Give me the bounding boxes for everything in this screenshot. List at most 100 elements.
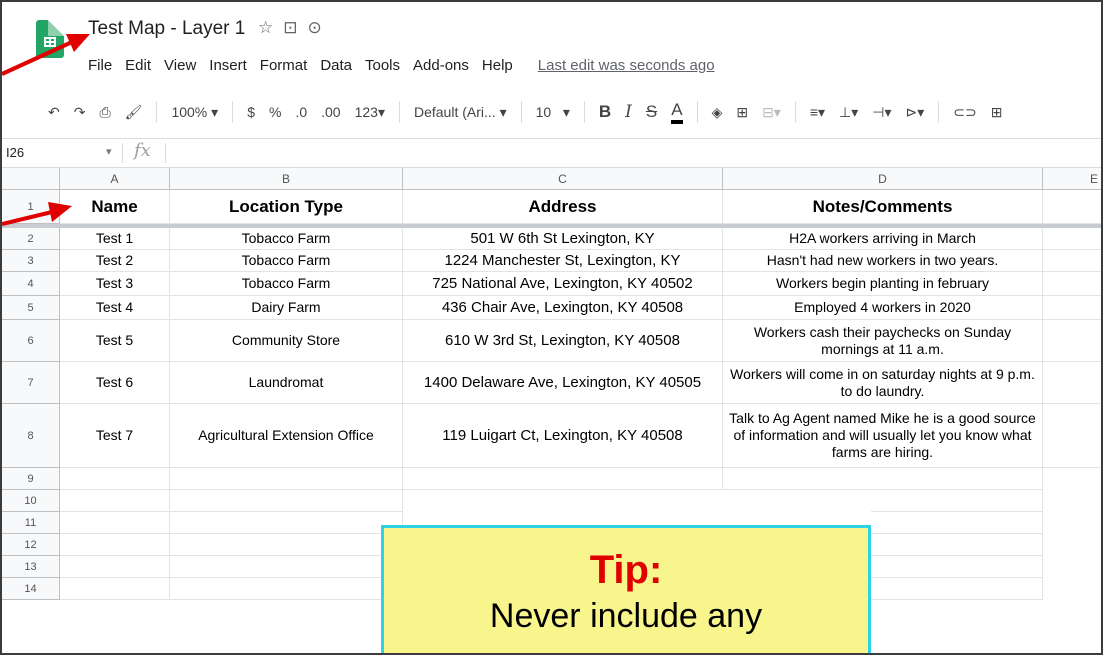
cell-location-type[interactable]: Agricultural Extension Office: [170, 404, 403, 468]
cell[interactable]: [170, 512, 403, 534]
cell[interactable]: [1043, 190, 1101, 224]
cell[interactable]: [1043, 404, 1101, 468]
menu-view[interactable]: View: [164, 57, 196, 74]
cell[interactable]: [871, 556, 1043, 578]
menu-help[interactable]: Help: [482, 57, 513, 74]
cell-name[interactable]: Test 1: [60, 228, 170, 250]
currency-format-button[interactable]: $: [247, 104, 255, 120]
cell[interactable]: [871, 534, 1043, 556]
cell[interactable]: [871, 512, 1043, 534]
menu-format[interactable]: Format: [260, 57, 308, 74]
menu-add-ons[interactable]: Add-ons: [413, 57, 469, 74]
cell[interactable]: [60, 556, 170, 578]
cell-name[interactable]: Test 2: [60, 250, 170, 272]
row-header[interactable]: 12: [2, 534, 60, 556]
move-to-folder-icon[interactable]: ⊡: [283, 18, 307, 37]
cell[interactable]: [871, 490, 1043, 512]
menu-tools[interactable]: Tools: [365, 57, 400, 74]
cell-name[interactable]: Test 6: [60, 362, 170, 404]
cell[interactable]: [1043, 250, 1101, 272]
select-all-corner[interactable]: [2, 168, 60, 190]
row-header[interactable]: 5: [2, 296, 60, 320]
cell-notes[interactable]: Workers begin planting in february: [723, 272, 1043, 296]
print-icon[interactable]: ⎙: [99, 104, 110, 121]
cell-name[interactable]: Test 7: [60, 404, 170, 468]
text-color-button[interactable]: A: [671, 100, 683, 124]
cell-notes[interactable]: H2A workers arriving in March: [723, 228, 1043, 250]
cell-location-type[interactable]: Dairy Farm: [170, 296, 403, 320]
row-header[interactable]: 11: [2, 512, 60, 534]
undo-icon[interactable]: ↶: [48, 104, 60, 121]
cell-address[interactable]: 1400 Delaware Ave, Lexington, KY 40505: [403, 362, 723, 404]
paint-format-icon[interactable]: 🖌: [125, 104, 143, 121]
cell[interactable]: [170, 556, 403, 578]
cell-location-type[interactable]: Tobacco Farm: [170, 228, 403, 250]
cell-notes[interactable]: Employed 4 workers in 2020: [723, 296, 1043, 320]
cell-location-type[interactable]: Tobacco Farm: [170, 272, 403, 296]
zoom-select[interactable]: 100% ▾: [171, 104, 218, 121]
header-cell-location-type[interactable]: Location Type: [170, 190, 403, 224]
cell[interactable]: [871, 578, 1043, 600]
cell[interactable]: [170, 578, 403, 600]
cell[interactable]: [60, 534, 170, 556]
cell-location-type[interactable]: Laundromat: [170, 362, 403, 404]
menu-insert[interactable]: Insert: [209, 57, 247, 74]
cell[interactable]: [170, 534, 403, 556]
cell-address[interactable]: 1224 Manchester St, Lexington, KY: [403, 250, 723, 272]
vertical-align-icon[interactable]: ⊥▾: [839, 104, 858, 121]
text-rotation-icon[interactable]: ⊳▾: [906, 104, 925, 121]
document-title[interactable]: Test Map - Layer 1: [88, 18, 245, 40]
merge-cells-icon[interactable]: ⊟▾: [762, 104, 781, 121]
cell-address[interactable]: 119 Luigart Ct, Lexington, KY 40508: [403, 404, 723, 468]
cell[interactable]: [60, 578, 170, 600]
cell-address[interactable]: 725 National Ave, Lexington, KY 40502: [403, 272, 723, 296]
redo-icon[interactable]: ↷: [74, 104, 86, 121]
header-cell-address[interactable]: Address: [403, 190, 723, 224]
row-header[interactable]: 8: [2, 404, 60, 468]
cell-name[interactable]: Test 3: [60, 272, 170, 296]
cloud-status-icon[interactable]: ⊙: [308, 18, 332, 37]
fill-color-icon[interactable]: ◈: [712, 104, 723, 121]
cell-address[interactable]: 436 Chair Ave, Lexington, KY 40508: [403, 296, 723, 320]
font-size-select[interactable]: 10 ▾: [536, 104, 570, 121]
column-header-d[interactable]: D: [723, 168, 1043, 190]
cell-location-type[interactable]: Tobacco Farm: [170, 250, 403, 272]
row-header[interactable]: 3: [2, 250, 60, 272]
more-formats-button[interactable]: 123▾: [355, 104, 385, 121]
cell[interactable]: [1043, 296, 1101, 320]
bold-button[interactable]: B: [599, 102, 611, 122]
cell[interactable]: [60, 468, 170, 490]
header-cell-notes[interactable]: Notes/Comments: [723, 190, 1043, 224]
increase-decimal-button[interactable]: .00: [321, 104, 340, 120]
cell[interactable]: [1043, 320, 1101, 362]
cell[interactable]: [1043, 272, 1101, 296]
insert-link-icon[interactable]: ⊂⊃: [953, 104, 976, 121]
cell[interactable]: [170, 490, 403, 512]
cell-address[interactable]: 501 W 6th St Lexington, KY: [403, 228, 723, 250]
column-header-b[interactable]: B: [170, 168, 403, 190]
row-header[interactable]: 6: [2, 320, 60, 362]
cell-notes[interactable]: Talk to Ag Agent named Mike he is a good…: [723, 404, 1043, 468]
row-header[interactable]: 4: [2, 272, 60, 296]
star-icon[interactable]: ☆: [258, 18, 283, 37]
text-wrap-icon[interactable]: ⊣▾: [872, 104, 891, 121]
cell[interactable]: [170, 468, 403, 490]
menu-edit[interactable]: Edit: [125, 57, 151, 74]
font-select[interactable]: Default (Ari... ▾: [414, 104, 507, 121]
row-header[interactable]: 9: [2, 468, 60, 490]
name-box[interactable]: I26: [6, 145, 24, 160]
decrease-decimal-button[interactable]: .0: [295, 104, 307, 120]
menu-data[interactable]: Data: [320, 57, 352, 74]
insert-comment-icon[interactable]: ⊞: [991, 104, 1003, 121]
cell-notes[interactable]: Workers cash their paychecks on Sunday m…: [723, 320, 1043, 362]
row-header[interactable]: 14: [2, 578, 60, 600]
row-header[interactable]: 10: [2, 490, 60, 512]
cell-name[interactable]: Test 4: [60, 296, 170, 320]
percent-format-button[interactable]: %: [269, 104, 281, 120]
column-header-e[interactable]: E: [1043, 168, 1101, 190]
last-edit-link[interactable]: Last edit was seconds ago: [538, 57, 715, 74]
cell[interactable]: [403, 468, 723, 490]
horizontal-align-icon[interactable]: ≡▾: [810, 104, 825, 121]
column-header-c[interactable]: C: [403, 168, 723, 190]
row-header[interactable]: 13: [2, 556, 60, 578]
